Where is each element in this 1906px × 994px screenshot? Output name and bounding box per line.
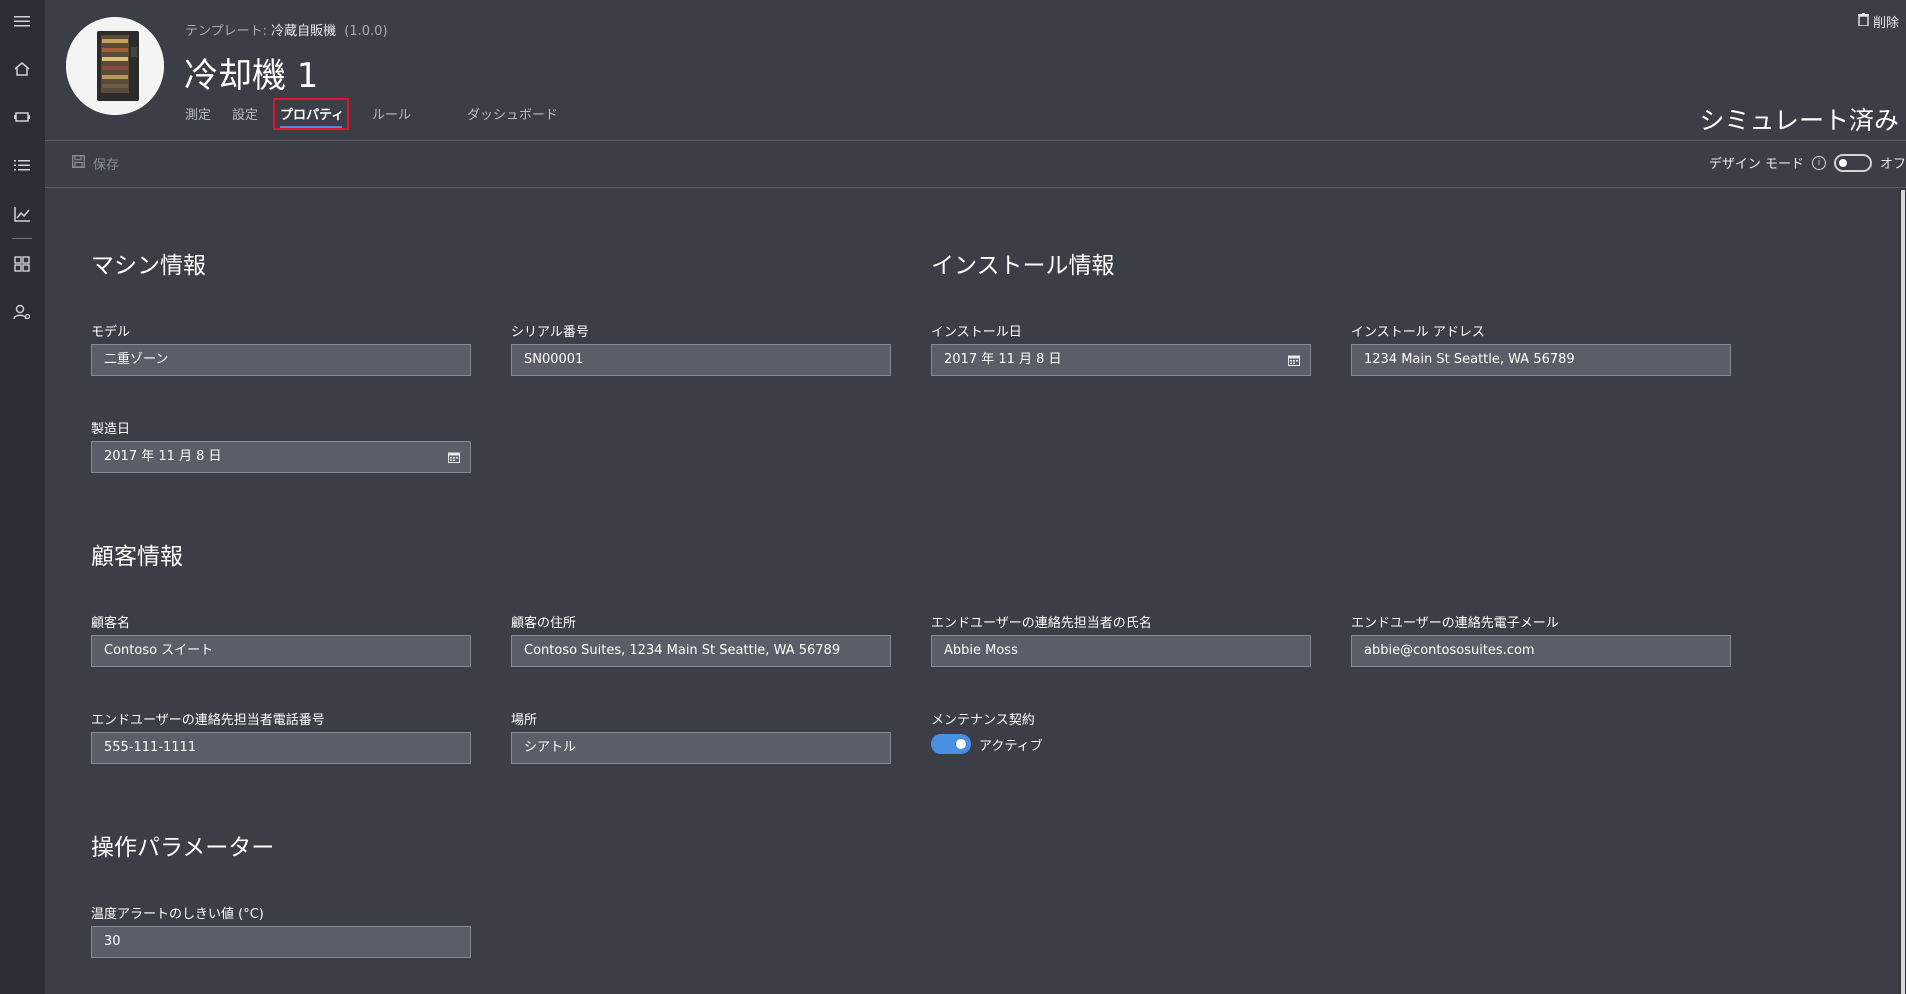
tab-measurements[interactable]: 測定 [185,104,211,123]
contact-phone-field[interactable]: 555-111-1111 [91,732,471,764]
template-version: (1.0.0) [344,24,388,39]
active-tab-underline [280,126,342,128]
design-mode-label: デザイン モード [1708,157,1804,172]
model-field[interactable]: 二重ゾーン [91,344,471,376]
tab-rules[interactable]: ルール [372,104,411,123]
temp-alert-field[interactable]: 30 [91,926,471,958]
info-icon[interactable]: i [1811,155,1826,170]
customer-address-label: 顧客の住所 [511,616,577,631]
install-address-field[interactable]: 1234 Main St Seattle, WA 56789 [1351,344,1731,376]
maintenance-toggle[interactable] [931,734,971,754]
section-title-customer: 顧客情報 [91,544,183,570]
contact-name-label: エンドユーザーの連絡先担当者の氏名 [931,616,1152,631]
list-icon[interactable] [12,155,32,175]
toolbar: 保存 デザイン モード i オフ [45,141,1906,187]
contact-email-field[interactable]: abbie@contososuites.com [1351,635,1731,667]
contact-email-label: エンドユーザーの連絡先電子メール [1351,616,1559,631]
tab-dashboard[interactable]: ダッシュボード [467,104,558,123]
save-label: 保存 [93,158,120,173]
device-image [66,17,164,115]
template-name: 冷蔵自販機 [271,24,337,39]
maintenance-label: メンテナンス契約 [931,713,1035,728]
save-button[interactable]: 保存 [72,154,119,173]
scrollbar-thumb[interactable] [1901,190,1905,994]
template-prefix: テンプレート: [185,24,267,39]
customer-address-field[interactable]: Contoso Suites, 1234 Main St Seattle, WA… [511,635,891,667]
section-title-install: インストール情報 [931,253,1115,279]
toolbar-divider [45,187,1906,188]
mfg-date-label: 製造日 [91,422,131,437]
sidebar-divider [12,238,32,239]
temp-alert-label: 温度アラートのしきい値 (°C) [91,907,264,922]
location-label: 場所 [511,713,538,728]
device-header: テンプレート: 冷蔵自販機 (1.0.0) 冷却機 1 測定 設定 プロパティ … [45,0,1906,140]
install-address-label: インストール アドレス [1351,325,1485,340]
template-info: テンプレート: 冷蔵自販機 (1.0.0) [185,20,388,39]
trash-icon [1857,13,1869,30]
install-date-label: インストール日 [931,325,1022,340]
tab-settings[interactable]: 設定 [232,104,258,123]
left-nav-sidebar [0,0,45,994]
contact-name-field[interactable]: Abbie Moss [931,635,1311,667]
save-icon [72,155,85,172]
delete-button[interactable]: 削除 [1857,12,1899,31]
section-title-machine: マシン情報 [91,253,206,279]
delete-label: 削除 [1872,16,1899,31]
mfg-date-field[interactable]: 2017 年 11 月 8 日 [91,441,471,473]
home-icon[interactable] [12,59,32,79]
install-date-value: 2017 年 11 月 8 日 [944,352,1062,367]
device-title: 冷却機 1 [184,56,319,96]
mfg-date-value: 2017 年 11 月 8 日 [104,449,222,464]
analytics-icon[interactable] [12,204,32,224]
device-icon[interactable] [12,107,32,127]
contact-phone-label: エンドユーザーの連絡先担当者電話番号 [91,713,325,728]
serial-label: シリアル番号 [511,325,589,340]
calendar-icon[interactable] [448,452,460,463]
design-mode-control: デザイン モード i オフ [1709,153,1906,172]
customer-name-label: 顧客名 [91,616,131,631]
install-date-field[interactable]: 2017 年 11 月 8 日 [931,344,1311,376]
section-title-operation: 操作パラメーター [91,835,275,861]
simulated-status: シミュレート済み [1699,106,1899,135]
design-mode-toggle[interactable] [1833,153,1872,172]
user-admin-icon[interactable] [12,302,32,322]
hamburger-menu-icon[interactable] [12,11,32,31]
location-field[interactable]: シアトル [511,732,891,764]
calendar-icon[interactable] [1288,355,1300,366]
model-label: モデル [91,325,131,340]
tab-properties[interactable]: プロパティ [280,104,344,123]
customer-name-field[interactable]: Contoso スイート [91,635,471,667]
dashboard-grid-icon[interactable] [12,254,32,274]
serial-field[interactable]: SN00001 [511,344,891,376]
design-mode-state: オフ [1879,157,1906,172]
maintenance-state: アクティブ [979,739,1043,754]
